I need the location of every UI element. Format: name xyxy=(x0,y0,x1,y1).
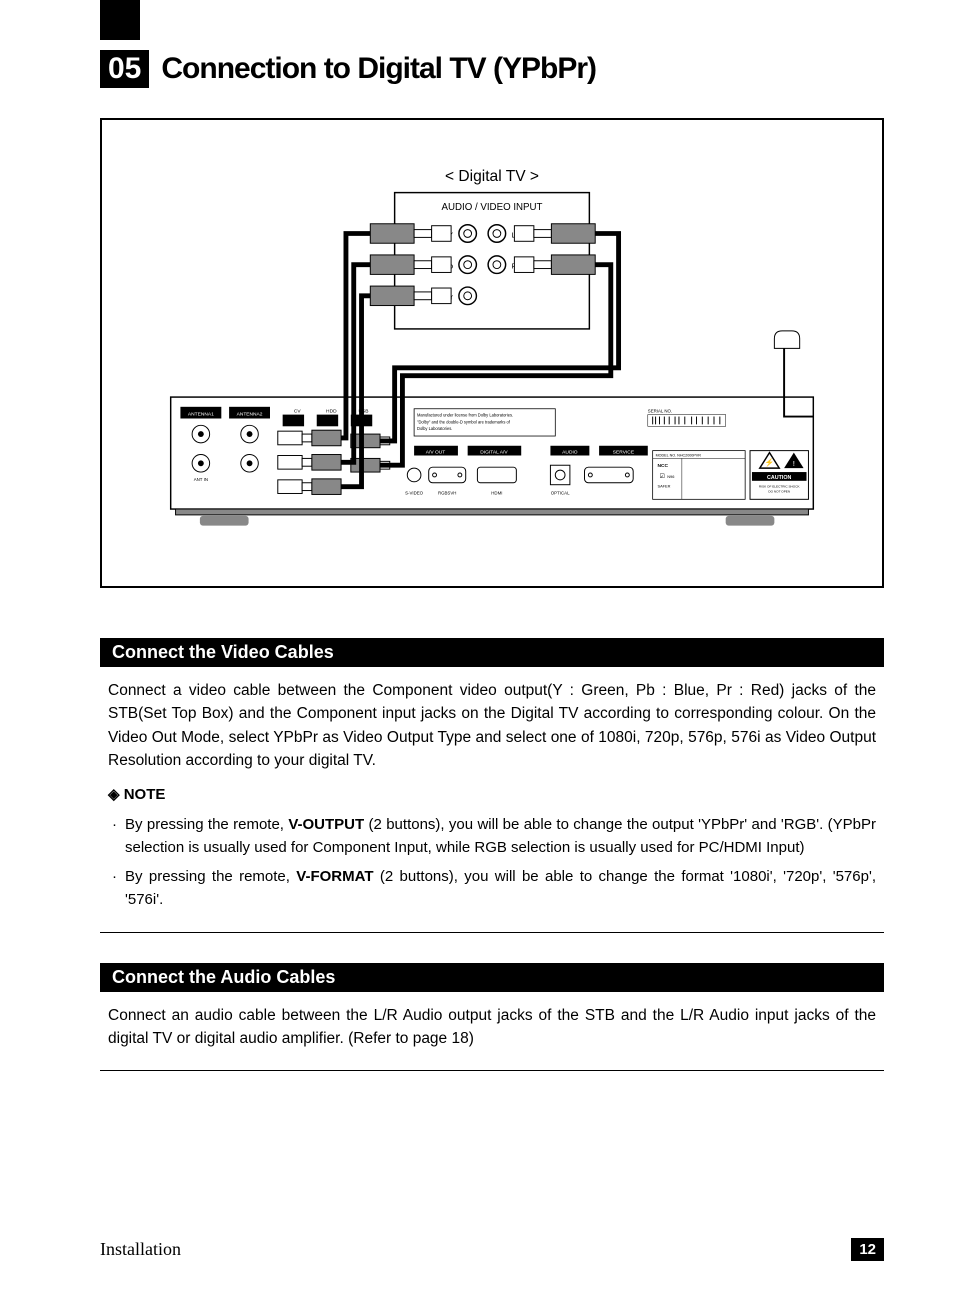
svg-text:DIGITAL A/V: DIGITAL A/V xyxy=(480,450,508,456)
svg-text:AUDIO: AUDIO xyxy=(562,450,578,456)
svg-text:HDD: HDD xyxy=(326,409,337,415)
svg-text:SERVICE: SERVICE xyxy=(613,450,635,456)
svg-text:RISK OF ELECTRIC SHOCK: RISK OF ELECTRIC SHOCK xyxy=(759,485,801,489)
section-video-body: Connect a video cable between the Compon… xyxy=(100,667,884,912)
svg-text:NCC: NCC xyxy=(658,463,669,469)
svg-text:SAFER: SAFER xyxy=(658,484,671,489)
av-input-label: AUDIO / VIDEO INPUT xyxy=(442,202,543,213)
svg-text:RGBSVH: RGBSVH xyxy=(438,490,456,495)
diagram-svg: < Digital TV > AUDIO / VIDEO INPUT Y L P… xyxy=(122,160,862,566)
section-audio-header: Connect the Audio Cables xyxy=(100,963,884,992)
svg-text:ANTENNA2: ANTENNA2 xyxy=(237,412,263,418)
page-title: Connection to Digital TV (YPbPr) xyxy=(161,52,596,86)
top-tab-decoration xyxy=(100,0,140,40)
connection-diagram: < Digital TV > AUDIO / VIDEO INPUT Y L P… xyxy=(100,118,884,588)
plug-l-right xyxy=(514,224,595,243)
section-video: Connect the Video Cables Connect a video… xyxy=(100,638,884,933)
page-header: 05 Connection to Digital TV (YPbPr) xyxy=(100,50,884,88)
svg-text:⚡: ⚡ xyxy=(765,457,775,467)
svg-text:CAUTION: CAUTION xyxy=(767,475,791,481)
plug-pr-left xyxy=(370,286,451,305)
svg-text:DO NOT OPEN: DO NOT OPEN xyxy=(768,490,790,494)
footer-section-name: Installation xyxy=(100,1239,181,1260)
svg-text:Dolby Laboratories.: Dolby Laboratories. xyxy=(417,426,452,431)
svg-text:Manufactured under license fro: Manufactured under license from Dolby La… xyxy=(417,413,513,418)
plug-r-right xyxy=(514,255,595,274)
svg-text:☑: ☑ xyxy=(659,473,664,480)
svg-text:A/V OUT: A/V OUT xyxy=(426,450,445,456)
svg-text:ANTENNA1: ANTENNA1 xyxy=(188,412,214,418)
section-video-header: Connect the Video Cables xyxy=(100,638,884,667)
section-audio-body: Connect an audio cable between the L/R A… xyxy=(100,992,884,1051)
plug-y-left xyxy=(370,224,451,243)
svg-text:!: ! xyxy=(793,459,795,468)
page-footer: Installation 12 xyxy=(100,1238,884,1261)
svg-text:CV: CV xyxy=(294,409,302,415)
note-item-1: · By pressing the remote, V-OUTPUT (2 bu… xyxy=(112,813,876,860)
svg-text:OPTICAL: OPTICAL xyxy=(551,490,570,495)
svg-text:MODEL NO. NHC2000PVR: MODEL NO. NHC2000PVR xyxy=(656,453,702,457)
video-body-text: Connect a video cable between the Compon… xyxy=(108,679,876,772)
tv-label: < Digital TV > xyxy=(445,168,539,185)
svg-text:"Dolby" and the double-D symbo: "Dolby" and the double-D symbol are trad… xyxy=(417,419,511,424)
svg-text:N96: N96 xyxy=(667,474,674,479)
svg-text:HDMI: HDMI xyxy=(491,490,502,495)
note-item-2: · By pressing the remote, V-FORMAT (2 bu… xyxy=(112,865,876,912)
svg-text:ANT IN: ANT IN xyxy=(194,477,208,482)
section-audio: Connect the Audio Cables Connect an audi… xyxy=(100,963,884,1072)
note-label: NOTE xyxy=(108,784,876,807)
section-number: 05 xyxy=(100,50,149,88)
plug-pb-left xyxy=(370,255,451,274)
svg-text:SERIAL NO.: SERIAL NO. xyxy=(648,409,672,414)
svg-text:S-VIDEO: S-VIDEO xyxy=(405,490,424,495)
footer-page-number: 12 xyxy=(851,1238,884,1261)
